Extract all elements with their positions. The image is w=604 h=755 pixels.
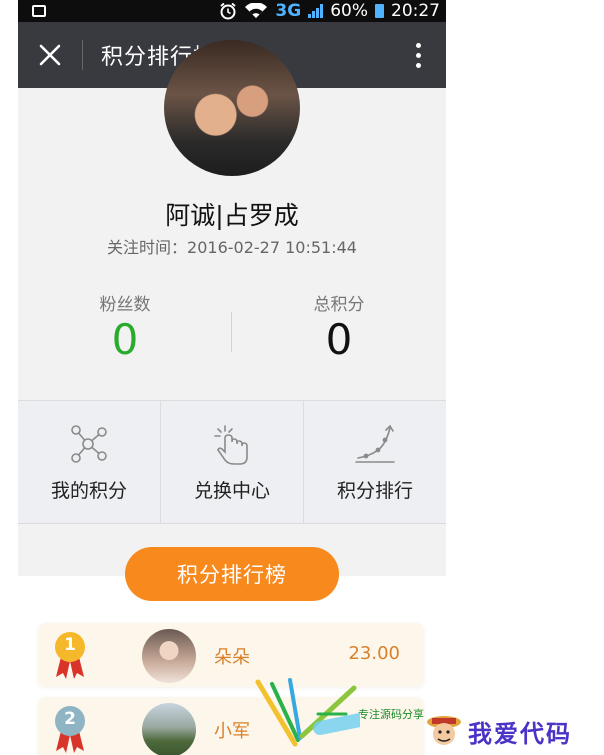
fans-label: 粉丝数 [99, 295, 151, 315]
menu-label: 积分排行 [336, 479, 413, 502]
network-type: 3G [275, 1, 302, 21]
battery-percent: 60% [330, 1, 368, 21]
rank-name: 小军 [214, 721, 250, 742]
points-label: 总积分 [313, 295, 365, 315]
watermark: 专注源码分享 我爱代码 [250, 674, 604, 755]
menu-points-ranking[interactable]: 积分排行 [304, 401, 446, 523]
menu-exchange-center[interactable]: 兑换中心 [161, 401, 304, 523]
rank-avatar [142, 703, 196, 755]
menu-my-points[interactable]: 我的积分 [18, 401, 161, 523]
rank-number: 1 [64, 635, 76, 655]
points-stat: 总积分 0 [232, 290, 446, 363]
fans-stat: 粉丝数 0 [18, 290, 232, 363]
status-time: 20:27 [391, 1, 440, 21]
user-avatar [164, 40, 300, 176]
rank-number: 2 [64, 709, 76, 729]
user-name: 阿诚|占罗成 [165, 201, 299, 230]
rank-avatar [142, 629, 196, 683]
alarm-icon [220, 2, 236, 20]
trend-curve-icon [355, 424, 395, 463]
watermark-logo-icon [255, 678, 360, 747]
gallery-notification-icon [32, 5, 46, 17]
points-value: 0 [325, 315, 353, 364]
status-bar: 3G 60% 20:27 [18, 0, 446, 22]
wifi-icon [245, 3, 268, 18]
ranking-banner: 积分排行榜 [125, 547, 339, 601]
more-dot-icon [415, 52, 421, 58]
follow-time: 关注时间：2016-02-27 10:51:44 [107, 238, 357, 257]
close-button[interactable] [18, 22, 82, 88]
phone-screen: 3G 60% 20:27 积分排行榜 阿诚|占罗成 关注时间：2016-02-2… [18, 0, 446, 755]
more-dot-icon [415, 62, 421, 68]
signal-icon [308, 4, 324, 18]
rank-name: 朵朵 [214, 647, 250, 668]
more-menu-button[interactable] [390, 22, 446, 88]
fans-value: 0 [111, 315, 139, 364]
menu-label: 我的积分 [50, 479, 127, 502]
battery-icon [375, 4, 384, 18]
pirate-mascot-icon [427, 716, 461, 745]
watermark-brand: 我爱代码 [468, 720, 572, 748]
title-divider [82, 40, 83, 70]
watermark-tagline: 专注源码分享 [358, 708, 424, 721]
tap-hand-icon [214, 424, 248, 465]
network-nodes-icon [71, 424, 107, 463]
menu-label: 兑换中心 [193, 479, 270, 502]
rank-score: 23.00 [348, 643, 400, 664]
menu-grid: 我的积分 兑换中心 积分排行 [18, 400, 446, 524]
more-dot-icon [415, 42, 421, 48]
close-icon [39, 44, 61, 66]
